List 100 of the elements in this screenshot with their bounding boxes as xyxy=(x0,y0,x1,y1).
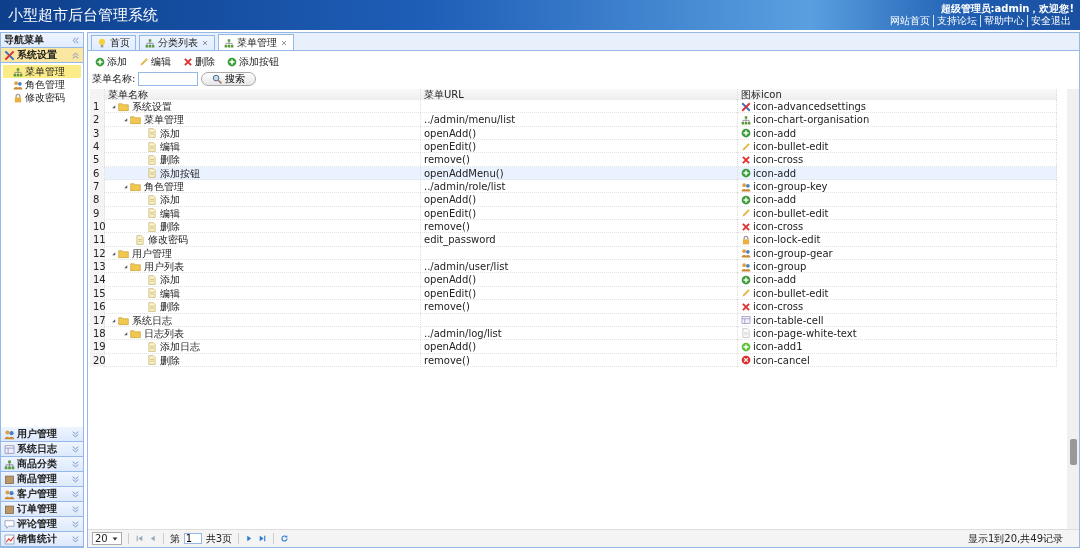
file-icon xyxy=(147,128,157,139)
double-chevron-down-icon xyxy=(71,444,80,454)
table-cell: 系统日志 xyxy=(132,313,172,327)
table-row[interactable]: 10 删除 remove() icon-cross xyxy=(90,220,1057,234)
table-row[interactable]: 8 添加 openAdd() icon-add xyxy=(90,193,1057,207)
table-row[interactable]: 15 编辑 openEdit() icon-bullet-edit xyxy=(90,286,1057,301)
accordion-header[interactable]: 系统设置 xyxy=(1,48,83,63)
table-row[interactable]: 4 编辑 openEdit() icon-bullet-edit xyxy=(90,140,1057,154)
accordion-header[interactable]: 订单管理 xyxy=(1,502,83,517)
table-cell: ../admin/user/list xyxy=(424,260,509,274)
column-header[interactable]: 图标icon xyxy=(738,89,1057,100)
table-cell: icon-page-white-text xyxy=(753,326,857,340)
table-row[interactable]: 11 修改密码 edit_password icon-lock-edit xyxy=(90,233,1057,247)
table-row[interactable]: 7 角色管理 ../admin/role/list icon-group-key xyxy=(90,180,1057,194)
table-cell: 菜单管理 xyxy=(144,113,184,127)
table-row[interactable]: 5 删除 remove() icon-cross xyxy=(90,153,1057,167)
sidebar-item[interactable]: 角色管理 xyxy=(3,78,81,91)
file-icon xyxy=(147,288,157,299)
accordion-header[interactable]: 销售统计 xyxy=(1,532,83,547)
table-cell: icon-add xyxy=(753,193,797,207)
chart-icon xyxy=(4,533,15,545)
table-row[interactable]: 14 添加 openAdd() icon-add xyxy=(90,273,1057,287)
table-row[interactable]: 20 删除 remove() icon-cancel xyxy=(90,353,1057,367)
table-cell: icon-table-cell xyxy=(753,313,824,327)
refresh-icon[interactable] xyxy=(280,534,290,543)
people-icon xyxy=(741,181,751,192)
bulb-icon xyxy=(97,38,107,48)
table-row[interactable]: 18 日志列表 ../admin/log/list icon-page-white-text xyxy=(90,326,1057,341)
expanded-triangle-icon[interactable] xyxy=(122,183,129,191)
expanded-triangle-icon[interactable] xyxy=(122,263,129,271)
double-chevron-down-icon xyxy=(71,429,80,439)
close-icon[interactable] xyxy=(201,39,209,47)
lock-icon xyxy=(13,92,23,103)
lock-icon xyxy=(741,234,751,245)
header-link[interactable]: 网站首页 xyxy=(887,15,933,27)
header-link[interactable]: 安全退出 xyxy=(1027,15,1074,27)
close-icon[interactable] xyxy=(280,38,288,47)
page-field[interactable]: 1 xyxy=(183,533,202,544)
folder-icon xyxy=(118,314,129,326)
scrollbar[interactable] xyxy=(1067,89,1079,529)
table-row[interactable]: 3 添加 openAdd() icon-add xyxy=(90,126,1057,141)
table-row[interactable]: 16 删除 remove() icon-cross xyxy=(90,300,1057,314)
search-field[interactable] xyxy=(138,72,199,86)
expanded-triangle-icon[interactable] xyxy=(110,103,117,110)
first-page-icon[interactable] xyxy=(134,534,144,543)
file-icon xyxy=(147,221,157,232)
table-cell: icon-bullet-edit xyxy=(753,286,829,300)
table-cell: icon-add xyxy=(753,166,797,180)
tab[interactable]: 首页 xyxy=(91,35,136,50)
accordion-header[interactable]: 用户管理 xyxy=(1,427,83,442)
double-chevron-down-icon xyxy=(71,459,80,469)
double-chevron-down-icon xyxy=(71,474,80,484)
sidebar-item[interactable]: 修改密码 xyxy=(3,91,81,104)
toolbar-button[interactable]: 添加 xyxy=(92,54,130,70)
sidebar-item[interactable]: 菜单管理 xyxy=(3,65,81,78)
header-link[interactable]: 帮助中心 xyxy=(980,15,1027,27)
table-cell: 角色管理 xyxy=(144,180,184,194)
file-icon xyxy=(147,208,157,219)
table-cell: icon-cross xyxy=(753,153,804,167)
accordion-header[interactable]: 商品分类 xyxy=(1,457,83,472)
page-size-select[interactable]: 20 xyxy=(92,532,122,545)
table-cell: icon-advancedsettings xyxy=(753,100,867,113)
table-cell: icon-bullet-edit xyxy=(753,140,829,154)
table-cell: openAdd() xyxy=(424,273,477,287)
accordion-header[interactable]: 评论管理 xyxy=(1,517,83,532)
row-number: 2 xyxy=(90,113,105,127)
toolbar-button[interactable]: 添加按钮 xyxy=(224,54,282,70)
table-row[interactable]: 19 添加日志 openAdd() icon-add1 xyxy=(90,340,1057,354)
plus-icon xyxy=(95,57,105,67)
file-icon xyxy=(147,168,157,179)
accordion-header[interactable]: 客户管理 xyxy=(1,487,83,502)
tab[interactable]: 菜单管理 xyxy=(218,34,294,50)
column-header[interactable]: 菜单名称 xyxy=(105,89,421,100)
plus-icon xyxy=(741,168,751,179)
file-icon xyxy=(135,234,145,245)
search-button[interactable]: 搜索 xyxy=(201,72,257,86)
hierarchy-icon xyxy=(224,37,234,48)
table-row[interactable]: 13 用户列表 ../admin/user/list icon-group xyxy=(90,260,1057,274)
search-icon xyxy=(212,74,223,84)
page-total: 共3页 xyxy=(205,531,233,546)
column-header[interactable]: 菜单URL xyxy=(421,89,738,100)
tab[interactable]: 分类列表 xyxy=(139,35,215,50)
welcome-text: 超级管理员:admin，欢迎您! xyxy=(940,3,1074,15)
table-row[interactable]: 12 用户管理 icon-group-gear xyxy=(90,246,1057,261)
table-cell: 添加 xyxy=(160,193,180,207)
folder-icon xyxy=(130,261,141,273)
table-row[interactable]: 2 菜单管理 ../admin/menu/list icon-chart-organisation xyxy=(90,113,1057,127)
plus-icon xyxy=(741,341,751,352)
header-link[interactable]: 支持论坛 xyxy=(933,15,980,27)
table-row[interactable]: 9 编辑 openEdit() icon-bullet-edit xyxy=(90,206,1057,221)
tools-icon xyxy=(4,49,15,61)
accordion-header[interactable]: 商品管理 xyxy=(1,472,83,487)
toolbar-button[interactable]: 删除 xyxy=(180,54,218,70)
expanded-triangle-icon[interactable] xyxy=(122,116,129,124)
plus-icon xyxy=(227,57,237,67)
toolbar-button[interactable]: 编辑 xyxy=(136,54,174,70)
last-page-icon[interactable] xyxy=(258,534,268,543)
accordion-header[interactable]: 系统日志 xyxy=(1,442,83,457)
table-row[interactable]: 17 系统日志 icon-table-cell xyxy=(90,313,1057,327)
table-row[interactable]: 1 系统设置 icon-advancedsettings xyxy=(90,100,1057,114)
